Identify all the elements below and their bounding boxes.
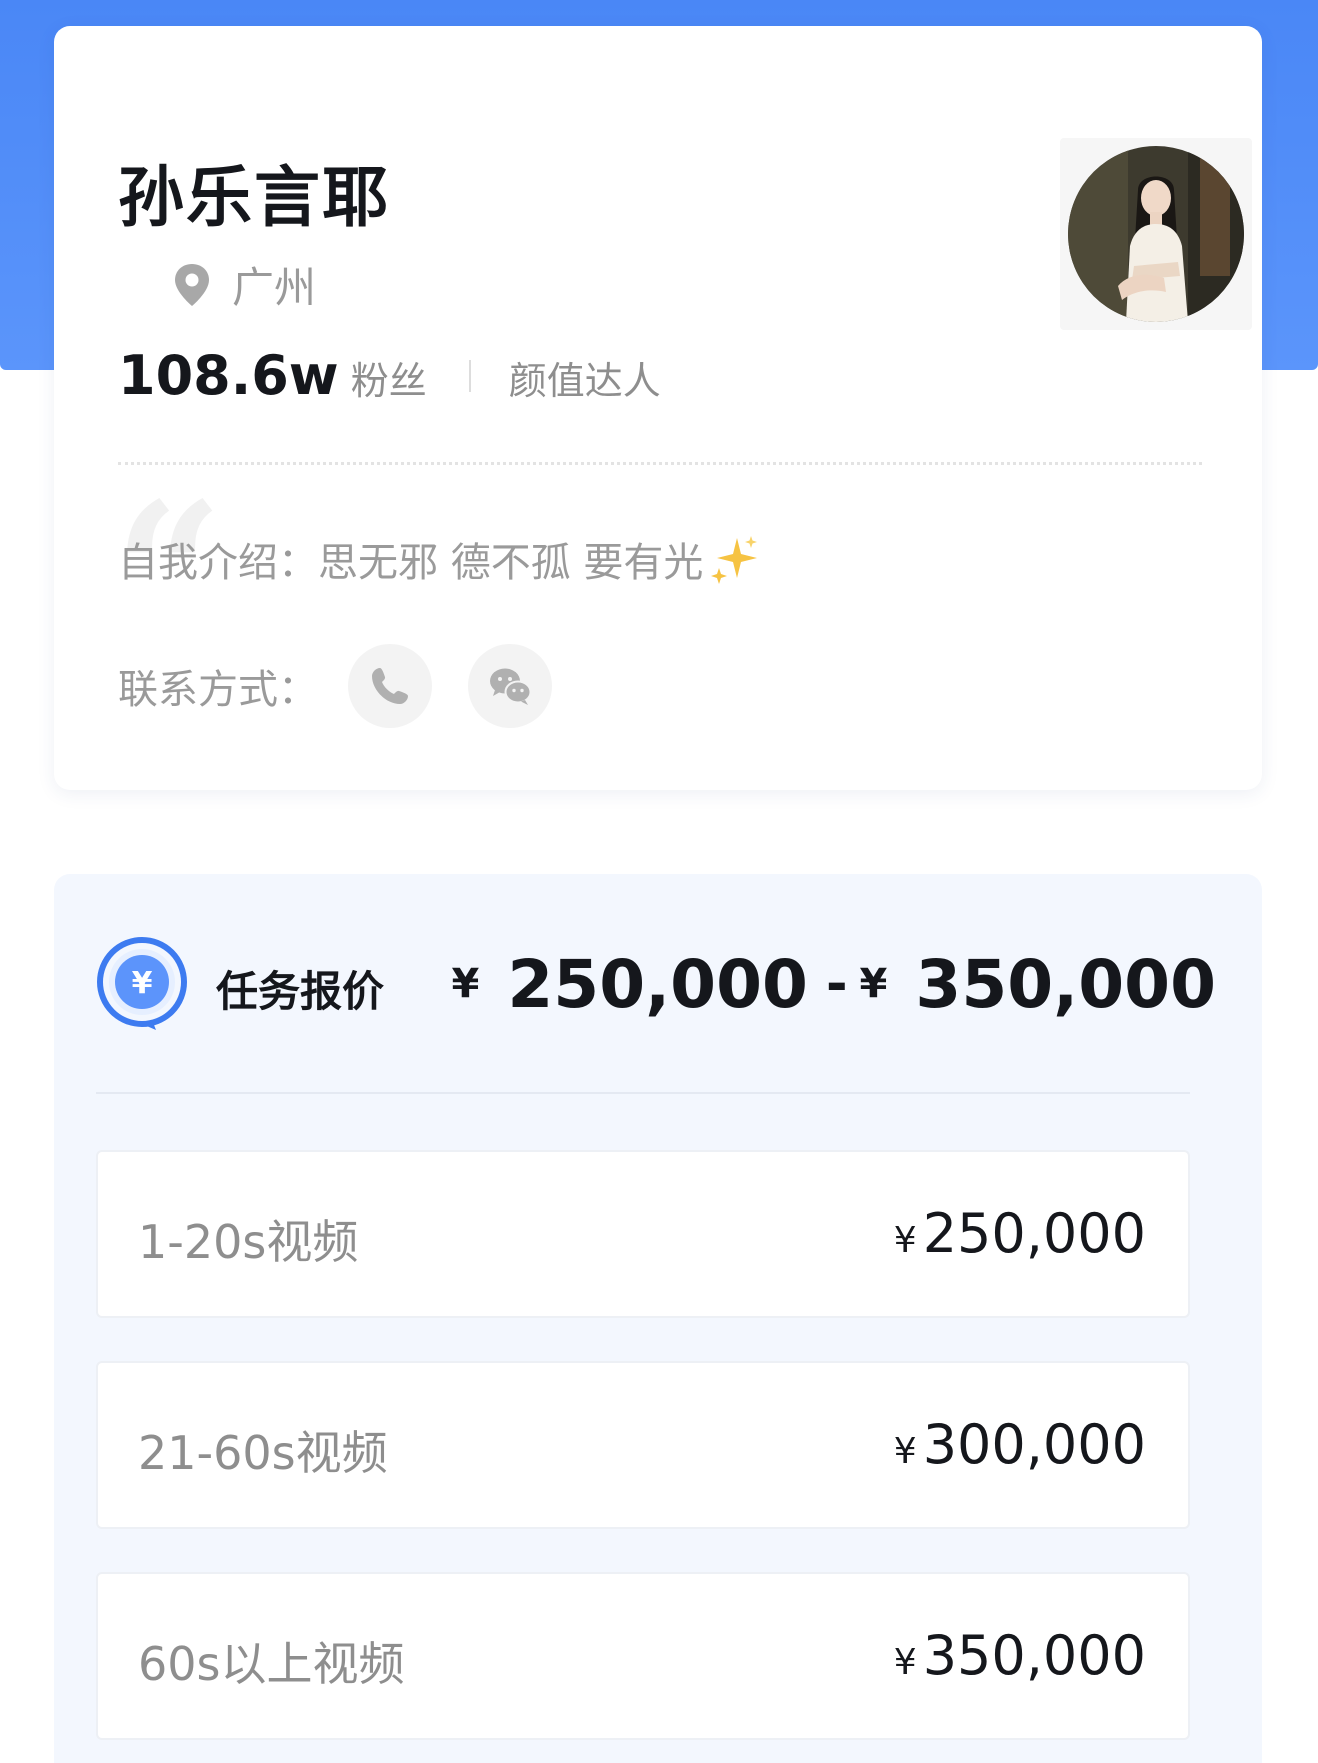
avatar-image [1068,146,1244,322]
contact-row: 联系方式： [118,644,552,728]
currency-symbol: ¥ [893,1642,917,1683]
self-intro-text: 自我介绍：思无邪 德不孤 要有光 [118,540,704,586]
tier-label: 21-60s视频 [138,1426,388,1480]
currency-symbol: ¥ [859,961,888,1007]
location-text: 广州 [232,263,317,312]
contact-label: 联系方式： [118,667,318,713]
pricing-card: ¥ 任务报价 ¥ 250,000 - ¥ 350,000 1-20s视频 ¥ 2… [54,874,1262,1763]
sparkle-icon [711,536,758,584]
currency-symbol: ¥ [893,1220,917,1261]
price-range: ¥ 250,000 - ¥ 350,000 [452,936,1217,1032]
divider [118,462,1202,465]
profile-card: 孙乐言耶 广州 108.6w 粉丝 颜值达人 “ 自我介绍：思无邪 德不孤 要有… [54,26,1262,790]
pricing-header: ¥ 任务报价 ¥ 250,000 - ¥ 350,000 [96,936,1236,1034]
tier-label: 60s以上视频 [138,1637,405,1691]
wechat-button[interactable] [468,644,552,728]
tier-price-value: 350,000 [922,1624,1146,1687]
price-tier-row[interactable]: 60s以上视频 ¥ 350,000 [96,1572,1190,1740]
follower-count: 108.6w [118,344,339,407]
tier-price-value: 300,000 [922,1413,1146,1476]
tier-price-value: 250,000 [922,1202,1146,1265]
pricing-title: 任务报价 [216,967,385,1016]
location-pin-icon [175,263,209,306]
price-tier-row[interactable]: 21-60s视频 ¥ 300,000 [96,1361,1190,1529]
tier-label: 1-20s视频 [138,1215,359,1269]
creator-name: 孙乐言耶 [118,159,390,236]
phone-icon [372,668,408,704]
follower-label: 粉丝 [350,359,427,403]
currency-symbol: ¥ [451,961,480,1007]
wechat-icon [490,668,532,705]
self-intro: 自我介绍：思无邪 德不孤 要有光 [118,530,761,588]
pricing-divider [96,1092,1190,1094]
category-tag: 颜值达人 [508,359,661,403]
tier-price: ¥ 350,000 [894,1624,1146,1687]
svg-text:¥: ¥ [132,966,153,1001]
stats-row: 108.6w 粉丝 颜值达人 [118,344,661,407]
avatar-frame [1060,138,1252,330]
price-range-min: 250,000 [507,945,808,1023]
avatar[interactable] [1068,146,1244,322]
price-range-max: 350,000 [915,945,1216,1023]
stats-divider [468,359,471,392]
location: 广州 [172,254,316,315]
tier-price: ¥ 300,000 [894,1413,1146,1476]
price-range-separator: - [825,954,848,1014]
currency-symbol: ¥ [893,1431,917,1472]
phone-button[interactable] [348,644,432,728]
price-tier-row[interactable]: 1-20s视频 ¥ 250,000 [96,1150,1190,1318]
tier-price: ¥ 250,000 [894,1202,1146,1265]
yen-coin-icon: ¥ [97,937,187,1030]
